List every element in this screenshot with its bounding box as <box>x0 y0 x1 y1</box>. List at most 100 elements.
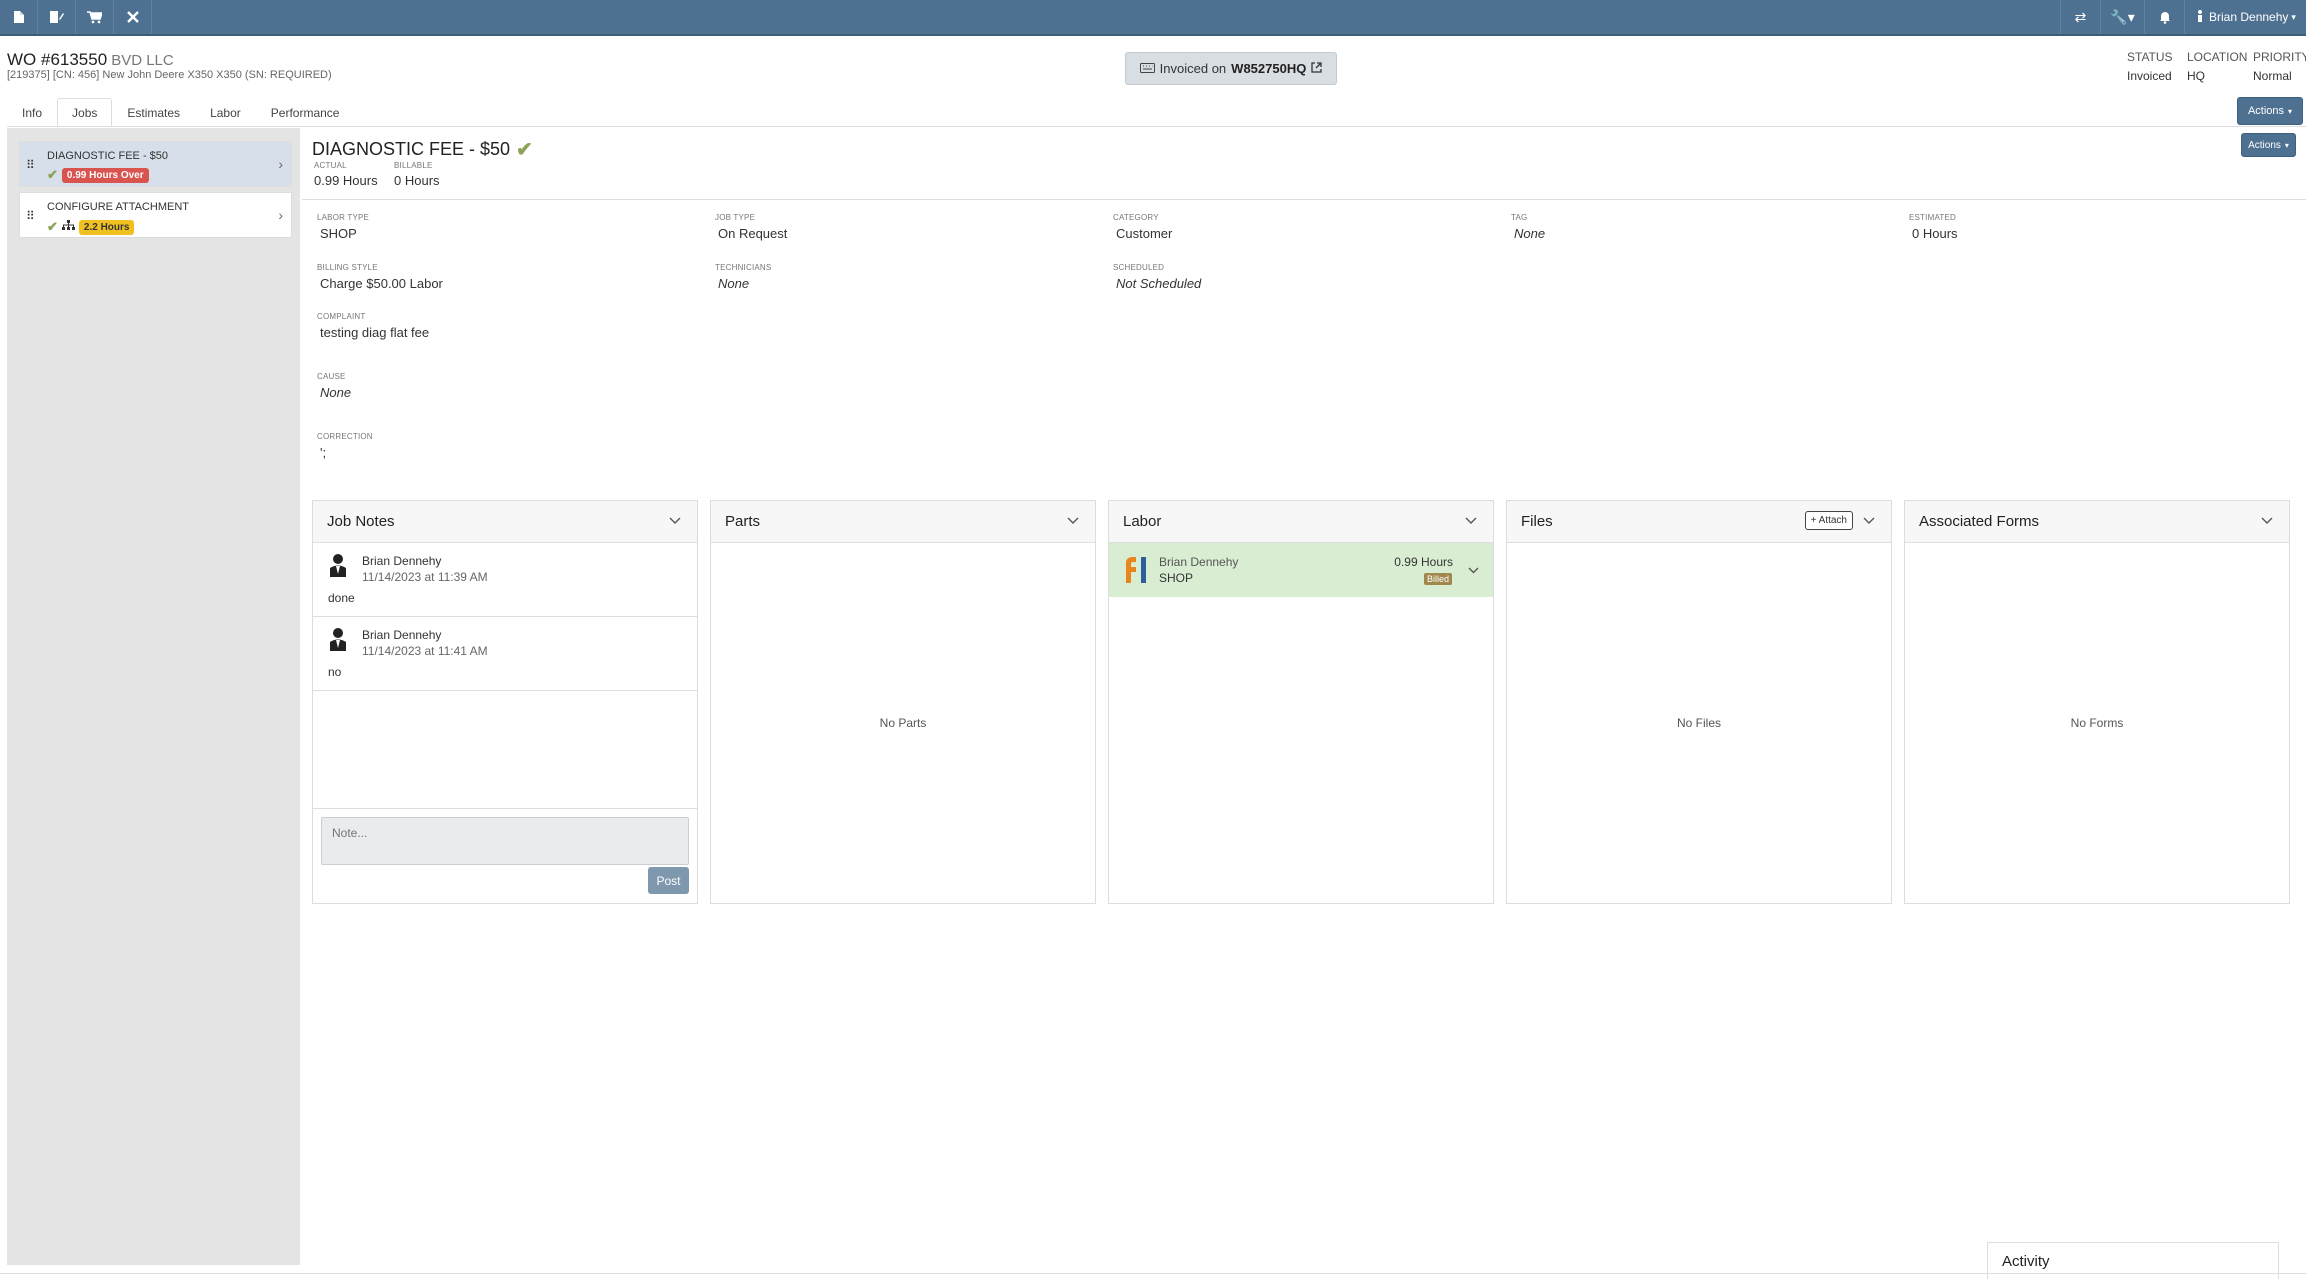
field-value: None <box>718 276 750 291</box>
sync-icon[interactable]: ⇄ <box>2060 0 2100 34</box>
panel-header[interactable]: Parts <box>711 501 1095 543</box>
actual-label: ACTUAL <box>314 161 347 170</box>
tab-info[interactable]: Info <box>7 98 57 127</box>
parts-panel: Parts No Parts <box>710 500 1096 904</box>
equipment-subtitle[interactable]: [219375] [CN: 456] New John Deere X350 X… <box>7 69 332 81</box>
invoiced-prefix: Invoiced on <box>1159 61 1227 76</box>
caret-down-icon: ▾ <box>2284 140 2289 150</box>
field-label: JOB TYPE <box>715 213 756 222</box>
note-input[interactable] <box>321 817 689 865</box>
priority-value: Normal <box>2253 69 2292 83</box>
chevron-right-icon: › <box>278 207 283 223</box>
edit-icon[interactable] <box>38 0 76 34</box>
check-icon: ✔ <box>516 139 533 161</box>
chevron-down-icon[interactable] <box>669 513 681 528</box>
empty-message: No Parts <box>879 716 927 730</box>
field-value: '; <box>320 445 327 460</box>
panel-header[interactable]: Job Notes <box>313 501 697 543</box>
detail-divider <box>302 199 2306 200</box>
note-author: Brian Dennehy <box>362 628 442 642</box>
status-value: Invoiced <box>2127 69 2172 83</box>
customer-name[interactable]: BVD LLC <box>111 52 174 69</box>
job-list-item[interactable]: ⠿ CONFIGURE ATTACHMENT ✔ 2.2 Hours › <box>19 192 292 238</box>
tab-jobs[interactable]: Jobs <box>57 98 113 127</box>
tab-labor[interactable]: Labor <box>195 98 256 127</box>
job-title: DIAGNOSTIC FEE - $50 ✔ <box>312 137 533 162</box>
panel-title: Files <box>1521 513 1553 530</box>
actions-label: Actions <box>2248 139 2281 151</box>
labor-type: SHOP <box>1159 571 1194 585</box>
post-button[interactable]: Post <box>648 867 689 894</box>
check-icon: ✔ <box>47 167 58 182</box>
tools-icon[interactable] <box>114 0 152 34</box>
sitemap-icon <box>61 218 75 236</box>
field-label: SCHEDULED <box>1113 263 1165 272</box>
note-item: Brian Dennehy 11/14/2023 at 11:41 AM no <box>313 617 697 691</box>
chevron-down-icon[interactable] <box>1465 513 1477 528</box>
files-panel: Files + Attach No Files <box>1506 500 1892 904</box>
invoice-number: W852750HQ <box>1231 61 1307 76</box>
panel-header[interactable]: Associated Forms <box>1905 501 2289 543</box>
field-label: CAUSE <box>317 372 346 381</box>
chevron-down-icon[interactable] <box>2261 513 2273 528</box>
bell-icon[interactable] <box>2144 0 2184 34</box>
billing-style-field: BILLING STYLE Charge $50.00 Labor <box>317 263 443 291</box>
drag-handle-icon[interactable]: ⠿ <box>26 209 35 223</box>
field-label: CATEGORY <box>1113 213 1159 222</box>
user-icon <box>2197 9 2203 25</box>
wo-actions-button[interactable]: Actions ▾ <box>2237 97 2303 125</box>
note-item: Brian Dennehy 11/14/2023 at 11:39 AM don… <box>313 543 697 617</box>
check-icon: ✔ <box>47 219 58 234</box>
panel-header[interactable]: Labor <box>1109 501 1493 543</box>
chevron-down-icon[interactable] <box>1067 513 1079 528</box>
wrench-icon[interactable]: 🔧▾ <box>2100 0 2144 34</box>
wo-number: WO #613550 <box>7 50 108 69</box>
external-link-icon <box>1311 61 1322 76</box>
actual-stat: ACTUAL 0.99 Hours <box>314 161 378 188</box>
field-value: Customer <box>1116 226 1173 241</box>
footer-divider <box>0 1273 2306 1274</box>
field-value: None <box>1514 226 1546 241</box>
company-logo-icon <box>1123 555 1151 590</box>
panel-title: Job Notes <box>327 513 395 530</box>
complaint-field: COMPLAINT testing diag flat fee <box>317 312 429 340</box>
panel-header[interactable]: Files + Attach <box>1507 501 1891 543</box>
field-label: BILLING STYLE <box>317 263 378 272</box>
panel-title: Parts <box>725 513 761 530</box>
job-actions-button[interactable]: Actions ▾ <box>2241 133 2296 157</box>
caret-down-icon: ▾ <box>2288 106 2293 116</box>
location-stat: LOCATION HQ <box>2187 50 2247 83</box>
billed-badge: Billed <box>1423 573 1452 585</box>
tab-estimates[interactable]: Estimates <box>112 98 195 127</box>
cart-icon[interactable] <box>76 0 114 34</box>
actions-label: Actions <box>2247 105 2285 117</box>
field-value: Charge $50.00 Labor <box>320 276 443 291</box>
chevron-down-icon[interactable] <box>1468 563 1479 577</box>
chevron-down-icon[interactable] <box>1863 513 1875 528</box>
hours-badge: 0.99 Hours Over <box>61 167 149 183</box>
notes-divider <box>313 808 697 809</box>
attach-button[interactable]: + Attach <box>1804 511 1853 530</box>
field-value: None <box>320 385 352 400</box>
billable-stat: BILLABLE 0 Hours <box>394 161 440 188</box>
user-menu[interactable]: Brian Dennehy ▾ <box>2184 0 2306 34</box>
invoiced-badge[interactable]: Invoiced on W852750HQ <box>1125 52 1337 85</box>
job-list-item[interactable]: ⠿ DIAGNOSTIC FEE - $50 ✔ 0.99 Hours Over… <box>19 141 292 187</box>
actual-value: 0.99 Hours <box>314 173 378 188</box>
empty-message: No Files <box>1676 716 1721 730</box>
drag-handle-icon[interactable]: ⠿ <box>26 158 35 172</box>
associated-forms-panel: Associated Forms No Forms <box>1904 500 2290 904</box>
field-value: testing diag flat fee <box>320 325 430 340</box>
job-title-text: DIAGNOSTIC FEE - $50 <box>312 139 511 159</box>
labor-entry[interactable]: Brian Dennehy SHOP 0.99 Hours Billed <box>1109 543 1493 597</box>
tab-performance[interactable]: Performance <box>256 98 355 127</box>
billable-label: BILLABLE <box>394 161 433 170</box>
field-label: TAG <box>1511 213 1528 222</box>
tab-bar: Info Jobs Estimates Labor Performance <box>7 98 354 127</box>
field-label: TECHNICIANS <box>715 263 772 272</box>
note-date: 11/14/2023 at 11:39 AM <box>362 570 488 584</box>
field-value: 0 Hours <box>1912 226 1958 241</box>
document-icon[interactable] <box>0 0 38 34</box>
avatar <box>329 627 347 651</box>
estimated-field: ESTIMATED 0 Hours <box>1909 213 1958 241</box>
